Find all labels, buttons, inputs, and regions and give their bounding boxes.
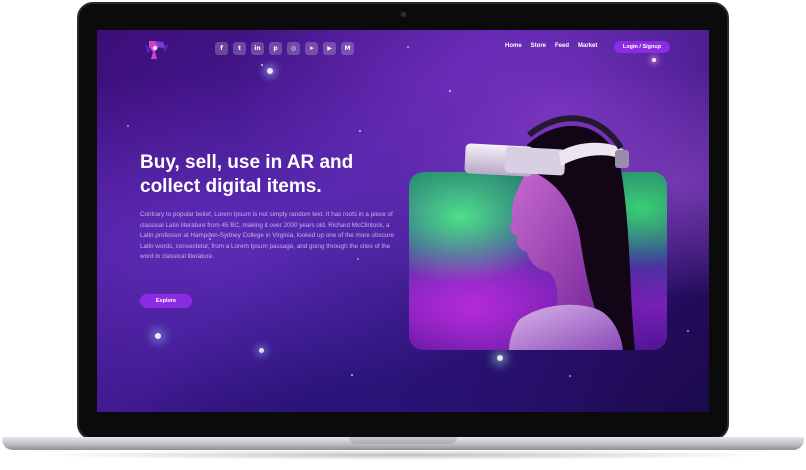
- star: [267, 68, 273, 74]
- nav-home[interactable]: Home: [505, 43, 522, 49]
- laptop-notch: [349, 437, 457, 444]
- hero-description: Contrary to popular belief, Lorem Ipsum …: [140, 211, 395, 261]
- star: [351, 374, 353, 376]
- star: [449, 90, 451, 92]
- explore-button[interactable]: Explore: [140, 294, 192, 308]
- star: [127, 125, 129, 127]
- logo-icon[interactable]: [141, 39, 171, 61]
- star: [407, 46, 409, 48]
- laptop-shadow: [30, 450, 776, 460]
- login-signup-button[interactable]: Login / Signup: [614, 41, 670, 53]
- nav-store[interactable]: Store: [531, 43, 546, 49]
- vr-woman-illustration: [464, 115, 635, 350]
- star: [569, 375, 571, 377]
- instagram-icon[interactable]: ◎: [287, 42, 300, 55]
- webcam: [401, 12, 406, 17]
- twitter-icon[interactable]: t: [233, 42, 246, 55]
- star: [259, 348, 264, 353]
- star: [687, 330, 689, 332]
- nav-market[interactable]: Market: [578, 43, 597, 49]
- star: [261, 64, 263, 66]
- linkedin-icon[interactable]: in: [251, 42, 264, 55]
- hero-title-line2: collect digital items.: [140, 176, 322, 197]
- social-links: f t in p ◎ ➤ ▶ M: [215, 42, 354, 55]
- star: [359, 130, 361, 132]
- hero-title-line1: Buy, sell, use in AR and: [140, 152, 354, 173]
- youtube-icon[interactable]: ▶: [323, 42, 336, 55]
- hero-title: Buy, sell, use in AR and collect digital…: [140, 151, 400, 199]
- hero-image: [409, 110, 674, 350]
- medium-icon[interactable]: M: [341, 42, 354, 55]
- pinterest-icon[interactable]: p: [269, 42, 282, 55]
- telegram-icon[interactable]: ➤: [305, 42, 318, 55]
- main-nav: Home Store Feed Market: [505, 43, 597, 49]
- nav-feed[interactable]: Feed: [555, 43, 569, 49]
- facebook-icon[interactable]: f: [215, 42, 228, 55]
- website-screen: f t in p ◎ ➤ ▶ M Home Store Feed Market …: [97, 30, 709, 412]
- star: [155, 333, 161, 339]
- star: [497, 355, 503, 361]
- star: [652, 58, 656, 62]
